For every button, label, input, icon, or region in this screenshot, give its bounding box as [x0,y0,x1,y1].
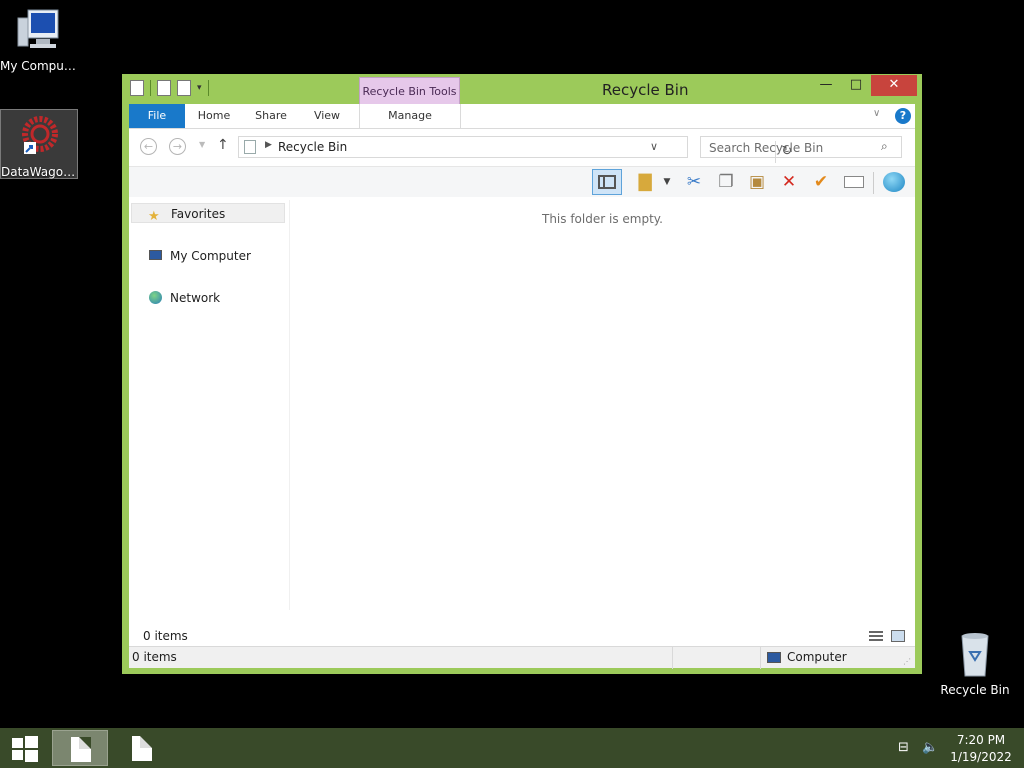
address-bar-row: ← → ▼ ↑ ▶ Recycle Bin ∨ ↻ ⌕ [129,132,915,163]
desktop-icon-label: DataWagon... [1,165,77,179]
new-folder-icon[interactable] [177,80,191,96]
empty-folder-message: This folder is empty. [542,212,663,226]
ribbon-tabs: File Home Share View Manage ∨ ? [129,104,915,129]
contextual-tab-header: Recycle Bin Tools [359,77,460,105]
computer-icon [17,9,59,48]
ribbon-expand-icon[interactable]: ∨ [873,108,880,119]
recycle-bin-icon [961,633,989,677]
window-client: File Home Share View Manage ∨ ? ← → ▼ ↑ … [129,104,915,669]
search-box[interactable]: ⌕ [700,136,902,158]
folder-options-dropdown-icon[interactable]: ▼ [661,170,673,194]
explorer-window: ▾ Recycle Bin Tools Recycle Bin — □ ✕ Fi… [122,74,922,674]
cut-icon[interactable]: ✂ [681,170,707,194]
document-icon [132,736,152,761]
desktop-icon-my-computer[interactable]: My Computer [0,6,78,73]
paste-icon[interactable]: ▣ [744,170,770,194]
recycle-bin-small-icon [130,80,144,96]
nav-item-network[interactable]: Network [131,288,285,308]
properties-icon[interactable] [157,80,171,96]
tab-home[interactable]: Home [185,104,243,128]
nav-item-my-computer[interactable]: My Computer [131,246,285,266]
minimize-button[interactable]: — [812,75,840,96]
nav-item-label: My Computer [170,249,251,263]
preview-pane-button[interactable] [592,169,622,195]
clock-time: 7:20 PM [956,733,1006,747]
globe-icon [883,172,905,192]
computer-icon [767,652,781,663]
command-toolbar: ▇ ▼ ✂ ❐ ▣ ✕ ✔ [129,166,915,197]
status-bar: 0 items Computer ⋰ [129,646,915,669]
qat-separator [150,80,151,96]
tab-manage[interactable]: Manage [359,104,461,129]
star-icon: ★ [148,209,160,224]
status-item-count: 0 items [132,650,177,664]
tab-share[interactable]: Share [243,104,299,128]
status-divider [672,647,673,669]
file-list-area[interactable]: This folder is empty. [290,200,915,630]
back-button[interactable]: ← [140,138,157,155]
delete-icon[interactable]: ✕ [776,170,802,194]
clock-date: 1/19/2022 [950,750,1012,764]
taskbar-app-explorer[interactable] [52,730,108,766]
desktop-icon-recycle-bin[interactable]: Recycle Bin [936,630,1014,697]
qat-customize-icon[interactable]: ▾ [197,83,202,93]
network-icon [149,291,162,304]
windows-logo-icon [25,750,38,762]
toolbar-separator [873,172,874,194]
tab-view[interactable]: View [299,104,355,128]
recycle-bin-small-icon [244,140,256,154]
system-clock[interactable]: 7:20 PM 1/19/2022 [948,732,1014,766]
internet-button[interactable] [881,170,907,194]
close-button[interactable]: ✕ [871,75,917,96]
properties-check-icon[interactable]: ✔ [808,170,834,194]
taskbar: ⊟ 🔈 7:20 PM 1/19/2022 [0,728,1024,768]
desktop-icon-label: My Computer [0,59,78,73]
rename-button[interactable] [841,170,867,194]
document-icon [71,737,91,762]
rename-icon [844,176,864,188]
item-count: 0 items [143,629,188,643]
tab-file[interactable]: File [129,104,185,128]
breadcrumb-path[interactable]: Recycle Bin [278,140,347,154]
desktop-icon-label: Recycle Bin [940,683,1010,697]
maximize-button[interactable]: □ [842,75,870,96]
windows-logo-icon [12,738,23,748]
search-icon[interactable]: ⌕ [881,139,888,154]
recent-locations-icon[interactable]: ▼ [199,140,205,149]
navigation-pane: ★ Favorites My Computer Network [129,200,290,610]
windows-logo-icon [25,736,38,748]
network-tray-icon[interactable]: ⊟ [898,740,909,755]
quick-access-toolbar: ▾ [130,80,209,96]
start-button[interactable] [10,735,38,762]
status-location: Computer [787,650,847,664]
copy-icon[interactable]: ❐ [713,170,739,194]
status-divider [760,647,761,669]
datawagon-app-icon [22,116,58,154]
preview-pane-icon [598,175,616,189]
desktop-icon-datawagon[interactable]: DataWagon... [0,109,78,179]
window-title: Recycle Bin [602,81,689,99]
breadcrumb-chevron-icon[interactable]: ▶ [265,140,272,150]
computer-icon [149,250,162,260]
volume-muted-icon[interactable]: 🔈 [922,740,938,755]
help-icon[interactable]: ? [895,108,911,124]
details-view-icon[interactable] [869,631,883,643]
large-icons-view-icon[interactable] [891,630,905,642]
qat-separator [207,80,209,96]
search-input[interactable] [707,140,879,156]
forward-button[interactable]: → [169,138,186,155]
windows-logo-icon [12,750,23,760]
address-dropdown-icon[interactable]: ∨ [650,140,658,153]
nav-item-label: Favorites [171,207,226,221]
folder-options-button[interactable]: ▇ [632,170,658,194]
title-bar[interactable]: ▾ Recycle Bin Tools Recycle Bin — □ ✕ [122,74,922,105]
address-field[interactable]: ▶ Recycle Bin ∨ ↻ [238,136,792,163]
nav-item-favorites[interactable]: ★ Favorites [131,203,285,224]
nav-item-label: Network [170,291,221,305]
resize-grip-icon[interactable]: ⋰ [903,657,911,666]
up-button[interactable]: ↑ [217,137,229,153]
taskbar-app-document[interactable] [114,730,170,766]
